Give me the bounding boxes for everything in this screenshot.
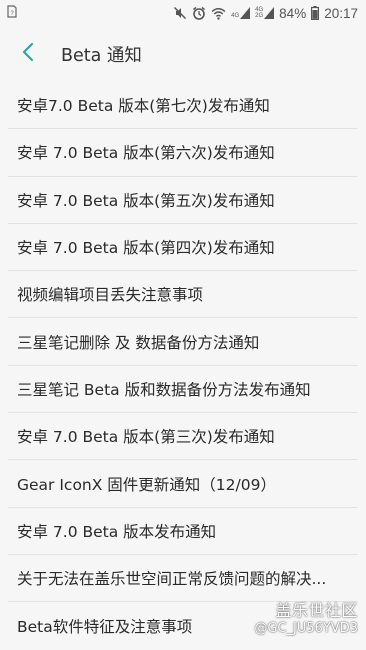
mute-icon: [173, 6, 187, 20]
page-title: Beta 通知: [61, 45, 142, 66]
list-item[interactable]: 关于无法在盖乐世空间正常反馈问题的解决...: [8, 555, 358, 603]
list-item-label: 安卓 7.0 Beta 版本发布通知: [17, 522, 217, 541]
signal-4g-label: 4G: [231, 13, 240, 19]
battery-icon: [311, 6, 320, 20]
status-icons: 4G 4G 2G 84% 20:17: [173, 6, 358, 21]
alarm-icon: [192, 6, 206, 20]
list-item-label: Beta软件特征及注意事项: [17, 617, 193, 636]
list-item[interactable]: Gear IconX 固件更新通知（12/09）: [8, 460, 358, 508]
list-item-label: Gear IconX 固件更新通知（12/09）: [17, 475, 276, 494]
clock: 20:17: [324, 5, 358, 21]
signal-4g-icon: 4G: [231, 7, 251, 19]
back-button[interactable]: [0, 26, 56, 82]
signal-dual-label: 4G 2G: [255, 7, 264, 19]
list-item-label: 安卓 7.0 Beta 版本(第三次)发布通知: [17, 428, 275, 447]
community-watermark: 盖乐世社区 @GC_JU56YVD3: [254, 601, 358, 637]
list-item[interactable]: 安卓 7.0 Beta 版本(第三次)发布通知: [8, 413, 358, 461]
list-item-label: 安卓 7.0 Beta 版本(第六次)发布通知: [17, 144, 275, 163]
list-item-label: 安卓 7.0 Beta 版本(第四次)发布通知: [17, 239, 275, 258]
svg-text:?: ?: [10, 11, 14, 17]
list-item-label: 三星笔记 Beta 版和数据备份方法发布通知: [17, 380, 311, 399]
watermark-handle: @GC_JU56YVD3: [254, 621, 358, 636]
wifi-icon: [211, 7, 226, 20]
list-item[interactable]: 三星笔记删除 及 数据备份方法通知: [8, 318, 358, 366]
list-item[interactable]: 安卓 7.0 Beta 版本(第五次)发布通知: [8, 177, 358, 224]
signal-4g-2g-icon: 4G 2G: [255, 7, 275, 19]
watermark-brand: 盖乐世社区: [275, 601, 358, 620]
list-item[interactable]: 安卓 7.0 Beta 版本(第四次)发布通知: [8, 224, 358, 272]
back-arrow-icon: [22, 42, 34, 66]
list-item-label: 视频编辑项目丢失注意事项: [17, 286, 204, 305]
list-item-label: 关于无法在盖乐世空间正常反馈问题的解决...: [17, 570, 327, 589]
list-item[interactable]: 视频编辑项目丢失注意事项: [8, 271, 358, 319]
list-item[interactable]: 安卓 7.0 Beta 版本(第六次)发布通知: [8, 129, 358, 177]
status-bar: ? 4G 4G 2G 84% 20:17: [0, 0, 366, 26]
list-item[interactable]: 三星笔记 Beta 版和数据备份方法发布通知: [8, 366, 358, 414]
sim-card-icon: ?: [7, 4, 17, 22]
list-item[interactable]: 安卓 7.0 Beta 版本发布通知: [8, 508, 358, 555]
app-header: Beta 通知: [0, 26, 366, 82]
battery-percent: 84%: [279, 5, 307, 21]
notice-list: 安卓7.0 Beta 版本(第七次)发布通知 安卓 7.0 Beta 版本(第六…: [0, 82, 366, 650]
list-item-label: 安卓7.0 Beta 版本(第七次)发布通知: [17, 97, 270, 116]
list-item-label: 三星笔记删除 及 数据备份方法通知: [17, 333, 260, 352]
list-item[interactable]: 安卓7.0 Beta 版本(第七次)发布通知: [8, 82, 358, 130]
status-left: ?: [7, 4, 17, 22]
list-item-label: 安卓 7.0 Beta 版本(第五次)发布通知: [17, 191, 275, 210]
